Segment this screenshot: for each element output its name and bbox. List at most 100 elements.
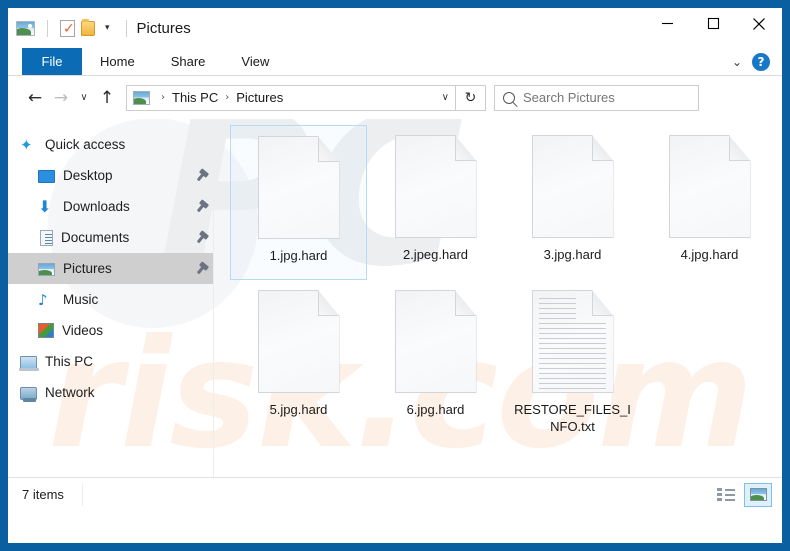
back-button[interactable]: ← [22,85,48,111]
file-name-label: 6.jpg.hard [407,401,465,418]
file-item[interactable]: 6.jpg.hard [367,280,504,435]
maximize-button[interactable] [690,8,736,39]
status-bar: 7 items [8,477,782,511]
sidebar-item-label: Quick access [45,137,125,152]
pin-icon [196,201,205,211]
file-name-label: 1.jpg.hard [270,247,328,264]
close-button[interactable] [736,8,782,39]
download-icon: ⬇ [38,199,55,215]
new-folder-icon[interactable] [81,21,95,36]
file-list-area[interactable]: 1.jpg.hard 2.jpeg.hard 3.jpg.hard [214,119,782,477]
video-icon [38,323,54,338]
file-item[interactable]: 4.jpg.hard [641,125,778,280]
pictures-icon [38,263,55,276]
sidebar-item-network[interactable]: Network [8,377,214,408]
sidebar-item-label: Music [63,292,98,307]
sidebar-item-label: Network [45,385,95,400]
window-title: Pictures [137,20,191,37]
title-bar: ✓ ▾ Pictures [8,8,782,48]
breadcrumb-chevron-down-icon[interactable]: ∨ [434,92,449,103]
address-bar: ← → ∨ ↑ › This PC › Pictures ∨ ↻ [8,76,782,119]
details-view-button[interactable] [712,483,740,507]
file-item[interactable]: 3.jpg.hard [504,125,641,280]
sidebar-item-downloads[interactable]: ⬇ Downloads [8,191,214,222]
refresh-button[interactable]: ↻ [456,85,486,111]
toolbar-divider-2 [126,20,127,37]
music-icon: ♪ [38,292,55,308]
item-count-label: 7 items [22,487,64,502]
breadcrumb-item-this-pc[interactable]: This PC [172,90,218,105]
sidebar-item-videos[interactable]: Videos [8,315,214,346]
sidebar-item-music[interactable]: ♪ Music [8,284,214,315]
sidebar-item-label: Documents [61,230,129,245]
breadcrumb-item-pictures[interactable]: Pictures [236,90,283,105]
document-icon [40,230,53,246]
tab-view[interactable]: View [223,48,287,75]
minimize-button[interactable] [644,8,690,39]
sidebar-item-label: Downloads [63,199,130,214]
status-divider [82,484,83,506]
blank-file-icon [258,290,340,393]
recent-locations-chevron-down-icon[interactable]: ∨ [74,85,94,111]
sidebar-item-label: This PC [45,354,93,369]
details-view-icon [717,488,735,501]
sidebar-item-label: Pictures [63,261,112,276]
ribbon-tab-bar: File Home Share View ⌄ ? [8,48,782,76]
quick-access-toolbar: ✓ ▾ [16,20,133,37]
breadcrumb[interactable]: › This PC › Pictures ∨ [126,85,456,111]
blank-file-icon [669,135,751,238]
tab-share[interactable]: Share [153,48,224,75]
breadcrumb-separator-1: › [218,92,236,103]
search-icon [503,92,515,104]
file-name-label: 3.jpg.hard [544,246,602,263]
explorer-body: ✦ Quick access Desktop ⬇ Downloads Docum… [8,119,782,477]
sidebar-item-label: Desktop [63,168,113,183]
properties-icon[interactable]: ✓ [60,20,75,37]
ribbon-right-controls: ⌄ ? [732,48,782,75]
desktop-icon [38,170,55,183]
sidebar-item-desktop[interactable]: Desktop [8,160,214,191]
sidebar-item-this-pc[interactable]: This PC [8,346,214,377]
explorer-window: PC risk.com ✓ ▾ Pictures [0,0,790,551]
window-controls [644,8,782,48]
sidebar-item-quick-access[interactable]: ✦ Quick access [8,129,214,160]
forward-button[interactable]: → [48,85,74,111]
blank-file-icon [395,290,477,393]
blank-file-icon [258,136,340,239]
up-button[interactable]: ↑ [94,85,120,111]
pictures-folder-icon [133,91,150,105]
customize-qat-chevron-down-icon[interactable]: ▾ [101,24,114,33]
large-icons-view-icon [750,488,767,501]
view-toggle-group [712,483,782,507]
file-name-label: 2.jpeg.hard [403,246,468,263]
large-icons-view-button[interactable] [744,483,772,507]
file-name-label: 4.jpg.hard [681,246,739,263]
help-button[interactable]: ? [752,53,770,71]
file-grid: 1.jpg.hard 2.jpeg.hard 3.jpg.hard [230,125,782,435]
file-name-label: RESTORE_FILES_INFO.txt [514,401,632,435]
tab-file[interactable]: File [22,48,82,75]
star-icon: ✦ [20,137,37,153]
navigation-pane: ✦ Quick access Desktop ⬇ Downloads Docum… [8,119,214,477]
pin-icon [196,232,205,242]
file-item[interactable]: 5.jpg.hard [230,280,367,435]
search-box[interactable] [494,85,699,111]
file-name-label: 5.jpg.hard [270,401,328,418]
file-item[interactable]: 1.jpg.hard [230,125,367,280]
pictures-properties-icon[interactable] [16,21,35,36]
sidebar-item-label: Videos [62,323,103,338]
breadcrumb-separator-0: › [154,92,172,103]
file-item[interactable]: 2.jpeg.hard [367,125,504,280]
search-input[interactable] [523,90,690,105]
toolbar-divider [47,20,48,37]
tab-home[interactable]: Home [82,48,153,75]
window-client-area: PC risk.com ✓ ▾ Pictures [8,8,782,543]
expand-ribbon-chevron-down-icon[interactable]: ⌄ [732,55,742,69]
this-pc-icon [20,356,37,369]
network-icon [20,387,37,400]
sidebar-item-documents[interactable]: Documents [8,222,214,253]
text-file-icon [532,290,614,393]
sidebar-item-pictures[interactable]: Pictures [8,253,214,284]
pin-icon [196,170,205,180]
file-item[interactable]: RESTORE_FILES_INFO.txt [504,280,641,435]
